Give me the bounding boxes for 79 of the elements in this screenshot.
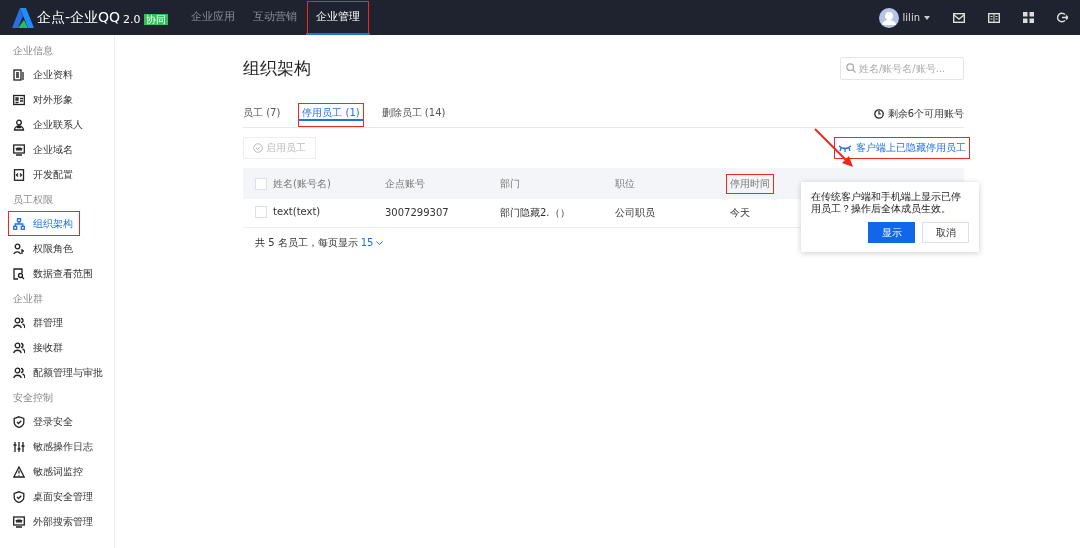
page-size-select[interactable]: 15 xyxy=(360,237,394,248)
table-cell: text(text) xyxy=(273,206,321,218)
sidebar-item[interactable]: 企业资料 xyxy=(0,62,114,87)
code-icon xyxy=(13,168,25,181)
screen-icon xyxy=(13,515,25,528)
shield-icon xyxy=(13,490,25,503)
column-header: 企点账号 xyxy=(384,176,426,191)
card-icon xyxy=(13,93,25,106)
column-header: 职位 xyxy=(614,176,636,191)
sidebar-item[interactable]: 开发配置 xyxy=(0,162,114,187)
group-icon xyxy=(13,316,25,329)
caret-icon[interactable] xyxy=(924,15,930,20)
logo-icon xyxy=(12,7,34,28)
nav-tab[interactable]: 企业管理 xyxy=(306,0,370,35)
sliders-icon xyxy=(13,440,25,453)
doc-icon xyxy=(13,68,25,81)
check-circle-icon xyxy=(253,143,263,153)
nav-tab[interactable]: 互动营销 xyxy=(244,0,306,35)
group-icon xyxy=(13,366,25,379)
version-text: 2.0 xyxy=(123,12,141,26)
book-icon[interactable] xyxy=(988,12,1000,23)
sidebar-item[interactable]: 企业域名 xyxy=(0,137,114,162)
popover-message: 在传统客户端和手机端上显示已停用员工？操作后全体成员生效。 xyxy=(811,191,962,215)
sidebar-item[interactable]: 外部搜索管理 xyxy=(0,509,114,534)
mail-icon[interactable] xyxy=(953,12,965,23)
tab[interactable]: 员工 (7) xyxy=(239,103,285,127)
row-checkbox[interactable] xyxy=(255,205,267,218)
sidebar-item[interactable]: 权限角色 xyxy=(0,236,114,261)
sidebar-item[interactable]: 敏感操作日志 xyxy=(0,434,114,459)
warn-icon xyxy=(13,465,25,478)
closed-eye-icon xyxy=(838,144,852,152)
shield-icon xyxy=(13,415,25,428)
column-header: 部门 xyxy=(499,176,521,191)
sidebar-item[interactable]: 配额管理与审批 xyxy=(0,360,114,385)
remaining-accounts: 剩余6个可用账号 xyxy=(887,107,964,121)
search-icon xyxy=(13,267,25,280)
column-header: 停用时间 xyxy=(726,173,774,194)
screen-icon xyxy=(13,143,25,156)
sidebar-section-title: 企业信息 xyxy=(12,44,54,58)
sidebar-section-title: 企业群 xyxy=(12,292,44,306)
table-cell: 3007299307 xyxy=(385,207,449,219)
table-cell: 部门隐藏2.（） xyxy=(500,205,570,220)
tab[interactable]: 停用员工 (1) xyxy=(298,103,364,127)
clock-icon xyxy=(873,109,884,119)
sidebar-item[interactable]: 桌面安全管理 xyxy=(0,484,114,509)
sidebar-item[interactable]: 组织架构 xyxy=(8,211,80,236)
logout-icon[interactable] xyxy=(1057,12,1068,23)
cancel-button[interactable]: 取消 xyxy=(922,222,969,243)
user-name[interactable]: lilin xyxy=(902,12,920,23)
logo-text: 企点-企业QQ xyxy=(37,8,121,27)
version-badge: 协同 xyxy=(143,13,168,25)
avatar-icon[interactable] xyxy=(878,7,899,28)
table-cell: 公司职员 xyxy=(615,205,655,220)
hidden-employees-link[interactable]: 客户端上已隐藏停用员工 xyxy=(838,141,966,155)
chevron-down-icon xyxy=(376,240,384,245)
sidebar-item[interactable]: 敏感词监控 xyxy=(0,459,114,484)
grid-icon[interactable] xyxy=(1023,12,1034,23)
sidebar-section-title: 安全控制 xyxy=(12,391,54,405)
tab[interactable]: 删除员工 (14) xyxy=(377,103,450,127)
group-icon xyxy=(13,341,25,354)
sidebar-item[interactable]: 登录安全 xyxy=(0,409,114,434)
sidebar-item[interactable]: 对外形象 xyxy=(0,87,114,112)
sidebar-item[interactable]: 群管理 xyxy=(0,310,114,335)
sidebar-item[interactable]: 接收群 xyxy=(0,335,114,360)
show-button[interactable]: 显示 xyxy=(868,222,915,243)
tree-icon xyxy=(13,217,25,230)
search-field[interactable]: 姓名/账号名/账号... xyxy=(840,56,964,80)
nav-tab[interactable]: 企业应用 xyxy=(182,0,244,35)
select-all-checkbox[interactable] xyxy=(255,177,267,190)
sidebar-item[interactable]: 企业联系人 xyxy=(0,112,114,137)
search-icon xyxy=(846,63,856,73)
page-title: 组织架构 xyxy=(243,56,311,80)
role-icon xyxy=(13,242,25,255)
person-icon xyxy=(13,118,25,131)
table-cell: 今天 xyxy=(730,205,750,220)
employee-count: 共 5 名员工，每页显示 xyxy=(255,235,358,250)
column-header: 姓名(账号名) xyxy=(272,176,332,191)
sidebar-item[interactable]: 数据查看范围 xyxy=(0,261,114,286)
sidebar-section-title: 员工权限 xyxy=(12,193,54,207)
